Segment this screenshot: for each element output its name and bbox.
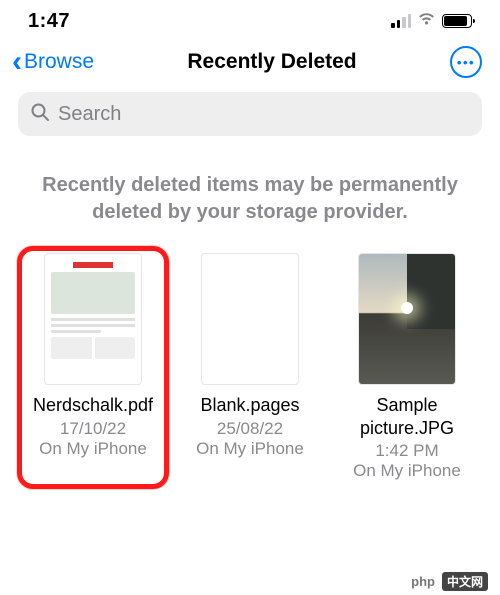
page-title: Recently Deleted xyxy=(187,50,356,74)
wifi-icon xyxy=(417,12,436,31)
file-item[interactable]: Blank.pages 25/08/22 On My iPhone xyxy=(175,248,325,487)
watermark: php 中文网 xyxy=(408,572,488,591)
search-input[interactable] xyxy=(58,103,470,126)
ellipsis-icon: ••• xyxy=(457,55,475,70)
back-button[interactable]: ‹ Browse xyxy=(12,47,94,77)
file-thumbnail xyxy=(359,254,455,384)
back-label: Browse xyxy=(24,50,94,74)
status-time: 1:47 xyxy=(28,10,70,33)
file-location: On My iPhone xyxy=(39,439,147,459)
file-location: On My iPhone xyxy=(196,439,304,459)
info-banner: Recently deleted items may be permanentl… xyxy=(0,154,500,248)
chevron-left-icon: ‹ xyxy=(12,47,22,77)
watermark-cn: 中文网 xyxy=(442,572,488,591)
search-bar[interactable] xyxy=(18,92,482,136)
file-name: Blank.pages xyxy=(200,394,299,417)
cellular-signal-icon xyxy=(391,14,411,28)
search-icon xyxy=(30,102,50,127)
file-thumbnail xyxy=(202,254,298,384)
file-date: 17/10/22 xyxy=(60,419,126,439)
file-date: 1:42 PM xyxy=(375,441,438,461)
file-grid: Nerdschalk.pdf 17/10/22 On My iPhone Bla… xyxy=(0,248,500,487)
more-options-button[interactable]: ••• xyxy=(450,46,482,78)
file-name: Sample picture.JPG xyxy=(338,394,476,439)
watermark-brand: php xyxy=(408,574,438,589)
file-location: On My iPhone xyxy=(353,461,461,481)
file-name: Nerdschalk.pdf xyxy=(33,394,153,417)
navigation-bar: ‹ Browse Recently Deleted ••• xyxy=(0,38,500,86)
file-thumbnail xyxy=(45,254,141,384)
status-icons xyxy=(391,12,472,31)
file-item[interactable]: Sample picture.JPG 1:42 PM On My iPhone xyxy=(332,248,482,487)
file-item[interactable]: Nerdschalk.pdf 17/10/22 On My iPhone xyxy=(18,248,168,487)
battery-icon xyxy=(442,14,472,28)
status-bar: 1:47 xyxy=(0,0,500,38)
file-date: 25/08/22 xyxy=(217,419,283,439)
